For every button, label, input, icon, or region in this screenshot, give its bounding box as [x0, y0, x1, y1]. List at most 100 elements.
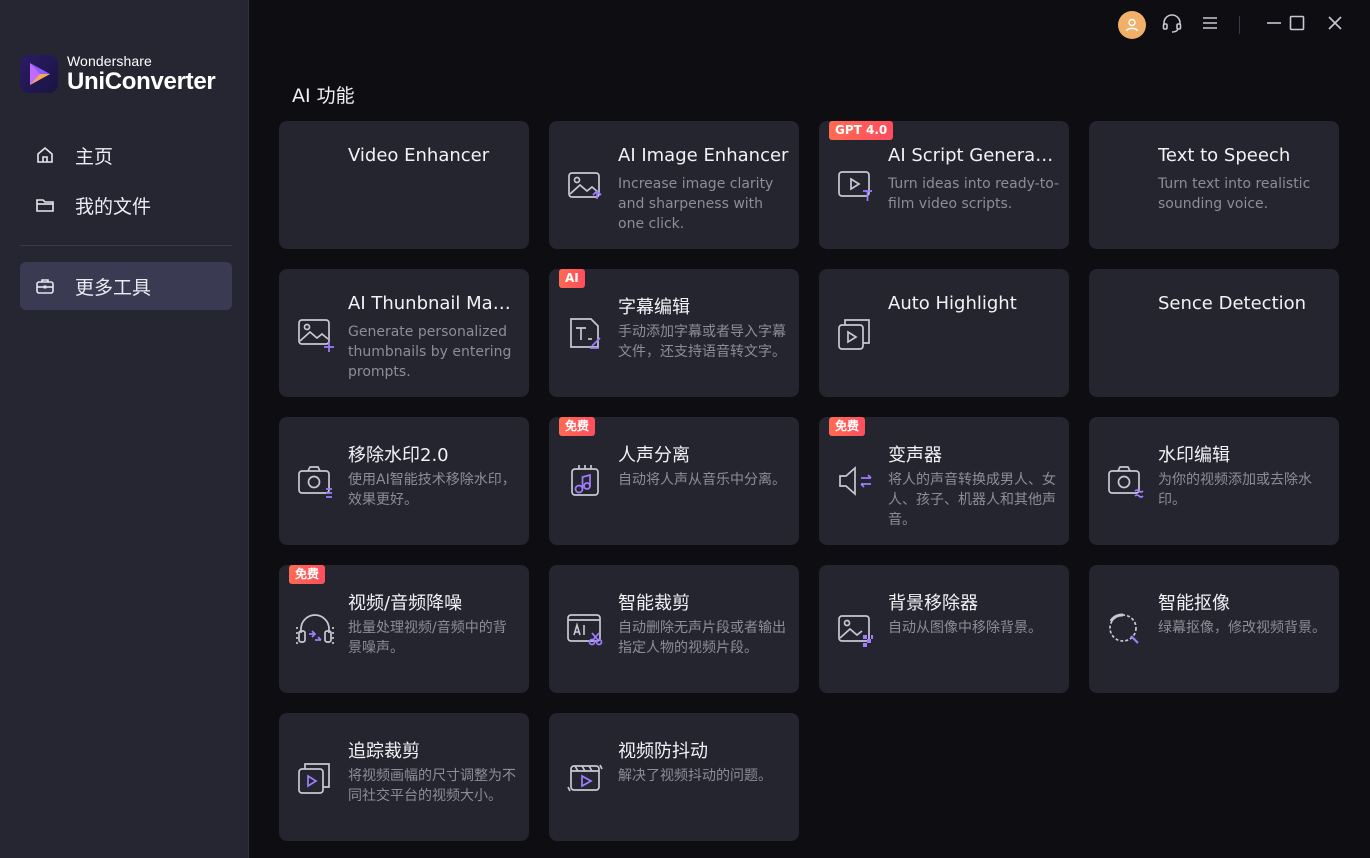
subtitle-icon	[563, 311, 607, 355]
tool-card[interactable]: 字幕编辑手动添加字幕或者导入字幕文件，还支持语音转文字。 AI	[549, 269, 799, 397]
tool-card[interactable]: 背景移除器自动从图像中移除背景。	[819, 565, 1069, 693]
tool-card-title: Auto Highlight	[888, 293, 1017, 314]
main-content: AI 功能 Video Enhancer AI Image Enhancer Inc…	[249, 0, 1370, 858]
close-icon	[1326, 14, 1344, 36]
home-icon	[34, 144, 56, 166]
support-button[interactable]	[1157, 10, 1187, 40]
sidebar-item-home[interactable]: 主页	[20, 131, 232, 179]
tool-card-title: 变声器	[888, 445, 942, 466]
tool-card-title: 水印编辑	[1158, 445, 1230, 466]
tool-card-description: Generate personalized thumbnails by ente…	[348, 324, 512, 380]
tool-card-title: 移除水印2.0	[348, 445, 449, 466]
tool-card-title: AI Thunbnail Maker	[348, 293, 520, 314]
menu-button[interactable]	[1195, 10, 1225, 40]
tool-card-title: 视频/音频降噪	[348, 593, 463, 614]
voice-changer-icon	[833, 459, 877, 503]
vocal-separate-icon	[563, 459, 607, 503]
close-button[interactable]	[1320, 10, 1350, 40]
tool-card-description: 解决了视频抖动的问题。	[618, 768, 772, 784]
folder-icon	[34, 194, 56, 216]
tool-card-description: 自动从图像中移除背景。	[888, 620, 1042, 636]
toolbox-icon	[34, 275, 56, 297]
tool-card-description: 绿幕抠像，修改视频背景。	[1158, 620, 1326, 636]
tool-card[interactable]: 追踪裁剪将视频画幅的尺寸调整为不同社交平台的视频大小。	[279, 713, 529, 841]
sidebar-item-more-tools[interactable]: 更多工具	[20, 262, 232, 310]
tool-card-title: 字幕编辑	[618, 297, 690, 318]
menu-icon	[1201, 14, 1219, 36]
tool-card-title: 追踪裁剪	[348, 741, 420, 762]
tool-card-title: Sence Detection	[1158, 293, 1307, 314]
tool-card-description: 自动将人声从音乐中分离。	[618, 472, 786, 488]
tool-card[interactable]: Sence Detection	[1089, 269, 1339, 397]
tool-card-description: 批量处理视频/音频中的背景噪声。	[348, 620, 507, 656]
tool-card-description: 将视频画幅的尺寸调整为不同社交平台的视频大小。	[348, 768, 516, 804]
tool-card[interactable]: AI Thunbnail Maker Generate personalized …	[279, 269, 529, 397]
user-avatar-button[interactable]	[1117, 10, 1147, 40]
tool-card-description: Turn text into realistic sounding voice.	[1158, 176, 1311, 212]
sidebar-item-label: 我的文件	[75, 195, 152, 218]
sidebar-item-label: 更多工具	[75, 276, 152, 299]
tool-card-description: 为你的视频添加或去除水印。	[1158, 472, 1312, 508]
sidebar-item-my-files[interactable]: 我的文件	[20, 181, 232, 229]
tool-card-badge: GPT 4.0	[829, 121, 894, 140]
tool-card-title: 人声分离	[618, 445, 690, 466]
tool-card-title: 智能抠像	[1158, 593, 1230, 614]
user-avatar-icon	[1118, 11, 1146, 39]
tool-card-badge: 免费	[829, 417, 866, 436]
denoise-icon	[293, 607, 337, 651]
tool-card-badge: 免费	[289, 565, 326, 584]
tool-card-title: Video Enhancer	[348, 145, 490, 166]
tool-card[interactable]: Video Enhancer	[279, 121, 529, 249]
tool-card[interactable]: 智能抠像绿幕抠像，修改视频背景。	[1089, 565, 1339, 693]
tool-card[interactable]: Auto Highlight	[819, 269, 1069, 397]
sidebar-divider	[20, 245, 232, 246]
tool-card-badge: AI	[559, 269, 585, 288]
tool-card-title: AI Image Enhancer	[618, 145, 789, 166]
topbar-separator	[1239, 16, 1240, 34]
image-enhance-icon	[563, 163, 607, 207]
tool-card[interactable]: 视频防抖动解决了视频抖动的问题。	[549, 713, 799, 841]
tool-card[interactable]: Text to Speech Turn text into realistic s…	[1089, 121, 1339, 249]
tool-card[interactable]: 智能裁剪自动删除无声片段或者输出指定人物的视频片段。	[549, 565, 799, 693]
thumbnail-icon	[293, 311, 337, 355]
tool-card[interactable]: AI Image Enhancer Increase image clarity …	[549, 121, 799, 249]
tool-card[interactable]: 移除水印2.0 使用AI智能技术移除水印，效果更好。	[279, 417, 529, 545]
tool-card-description: 将人的声音转换成男人、女人、孩子、机器人和其他声音。	[888, 472, 1056, 528]
tool-card-title: Text to Speech	[1158, 145, 1291, 166]
tool-card-description: 手动添加字幕或者导入字幕文件，还支持语音转文字。	[618, 324, 786, 360]
script-icon	[833, 163, 877, 207]
tool-card[interactable]: AI Script Generator Turn ideas into ready…	[819, 121, 1069, 249]
section-title: AI 功能	[292, 85, 355, 107]
tool-card-description: 自动删除无声片段或者输出指定人物的视频片段。	[618, 620, 786, 656]
stabilize-icon	[563, 755, 607, 799]
tool-card-title: 智能裁剪	[618, 593, 690, 614]
sidebar: Wondershare UniConverter 主页 我的文件 更多工具	[0, 0, 249, 858]
sidebar-item-label: 主页	[75, 145, 114, 168]
tool-card-badge: 免费	[559, 417, 596, 436]
watermark-remove-icon	[293, 459, 337, 503]
track-crop-icon	[293, 755, 337, 799]
tool-card-title: AI Script Generator	[888, 145, 1060, 166]
ai-cut-icon	[563, 607, 607, 651]
uniconverter-logo-icon	[20, 55, 58, 93]
app-logo: Wondershare UniConverter	[20, 53, 216, 95]
bg-remove-icon	[833, 607, 877, 651]
maximize-icon	[1288, 14, 1306, 36]
tool-card-description: 使用AI智能技术移除水印，效果更好。	[348, 472, 516, 508]
tool-card[interactable]: 人声分离自动将人声从音乐中分离。 免费	[549, 417, 799, 545]
maximize-button[interactable]	[1282, 10, 1312, 40]
headset-icon	[1161, 12, 1183, 38]
minimize-icon	[1265, 14, 1283, 36]
tool-card[interactable]: 变声器将人的声音转换成男人、女人、孩子、机器人和其他声音。 免费	[819, 417, 1069, 545]
highlight-icon	[833, 311, 877, 355]
tool-card-title: 视频防抖动	[618, 741, 708, 762]
watermark-edit-icon	[1103, 459, 1147, 503]
tool-card-description: Increase image clarity and sharpeness wi…	[618, 176, 774, 232]
brand-subtitle: Wondershare	[67, 53, 152, 69]
smart-cutout-icon	[1103, 607, 1147, 651]
tool-card-title: 背景移除器	[888, 593, 978, 614]
tool-card-description: Turn ideas into ready-to-film video scri…	[888, 176, 1060, 212]
brand-title: UniConverter	[67, 68, 216, 95]
tool-card[interactable]: 水印编辑为你的视频添加或去除水印。	[1089, 417, 1339, 545]
tool-card[interactable]: 视频/音频降噪批量处理视频/音频中的背景噪声。 免费	[279, 565, 529, 693]
